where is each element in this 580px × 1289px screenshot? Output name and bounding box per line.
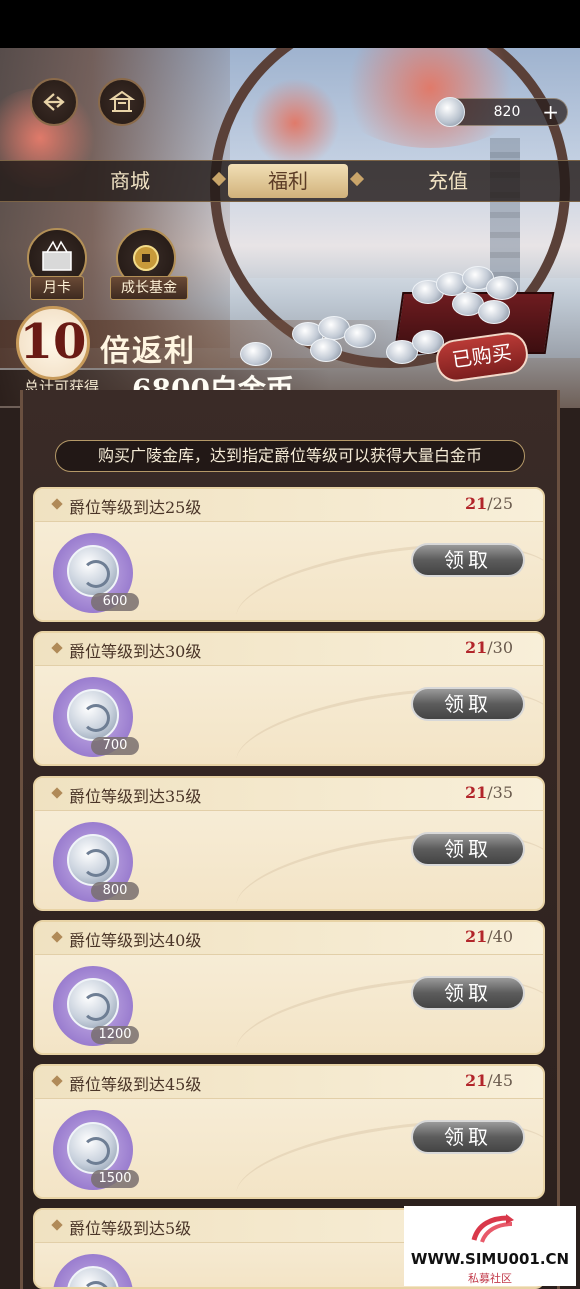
platinum-coin-icon [67, 1266, 119, 1287]
level-progress: 21/30 [465, 638, 513, 657]
level-progress: 21/40 [465, 927, 513, 946]
reward-card: 爵位等级到达30级 21/30 700 领取 [33, 631, 545, 766]
card-title: 爵位等级到达25级 [69, 498, 202, 517]
pavilion-button[interactable] [98, 78, 146, 126]
reward-quantity: 700 [91, 737, 139, 755]
card-header: 爵位等级到达25级 21/25 [35, 489, 543, 522]
currency-amount: 820 [493, 104, 521, 120]
watermark-logo-icon [471, 1214, 514, 1243]
multiplier-badge: 10 [16, 306, 90, 380]
progress-current: 21 [464, 494, 488, 513]
reward-card: 爵位等级到达25级 21/25 600 领取 [33, 487, 545, 622]
reward-card: 爵位等级到达35级 21/35 800 领取 [33, 776, 545, 911]
progress-target: /40 [487, 927, 513, 946]
platinum-coin-icon [67, 1122, 119, 1174]
progress-target: /30 [487, 638, 513, 657]
card-header: 爵位等级到达45级 21/45 [35, 1066, 543, 1099]
reward-card: 爵位等级到达40级 21/40 1200 领取 [33, 920, 545, 1055]
progress-target: /35 [487, 783, 513, 802]
tab-welfare[interactable]: 福利 [228, 164, 348, 198]
claim-button[interactable]: 领取 [411, 832, 525, 866]
platinum-coin-icon [67, 689, 119, 741]
diamond-icon [51, 1219, 63, 1231]
reward-quantity: 1200 [91, 1026, 139, 1044]
platinum-coin-icon [435, 97, 465, 127]
currency-display: 820 + [435, 97, 568, 127]
progress-target: /25 [487, 494, 513, 513]
status-bar [0, 0, 580, 48]
card-header: 爵位等级到达30级 21/30 [35, 633, 543, 666]
month-card-label: 月卡 [30, 276, 84, 300]
diamond-icon [51, 1075, 63, 1087]
card-title: 爵位等级到达40级 [69, 931, 202, 950]
card-header: 爵位等级到达40级 21/40 [35, 922, 543, 955]
diamond-icon [51, 642, 63, 654]
watermark-url: WWW.SIMU001.CN [410, 1250, 570, 1268]
reward-item[interactable]: 1200 [53, 966, 139, 1046]
tab-recharge[interactable]: 充值 [378, 161, 518, 201]
reward-item[interactable] [53, 1254, 133, 1287]
reward-quantity: 800 [91, 882, 139, 900]
info-banner: 购买广陵金库，达到指定爵位等级可以获得大量白金币 [55, 440, 525, 472]
progress-current: 21 [464, 927, 488, 946]
diamond-icon [51, 787, 63, 799]
reward-item[interactable]: 700 [53, 677, 139, 757]
diamond-icon [51, 931, 63, 943]
blossom-decoration [250, 78, 340, 168]
platinum-coin-icon [67, 834, 119, 886]
platinum-coin-icon [67, 545, 119, 597]
card-title: 爵位等级到达30级 [69, 642, 202, 661]
claim-button[interactable]: 领取 [411, 1120, 525, 1154]
reward-item[interactable]: 600 [53, 533, 139, 613]
card-title: 爵位等级到达35级 [69, 787, 202, 806]
card-title: 爵位等级到达45级 [69, 1075, 202, 1094]
claim-button[interactable]: 领取 [411, 976, 525, 1010]
level-progress: 21/45 [465, 1071, 513, 1090]
reward-item[interactable]: 800 [53, 822, 139, 902]
pavilion-icon [109, 90, 135, 112]
growth-fund-label: 成长基金 [110, 276, 188, 300]
progress-current: 21 [464, 1071, 488, 1090]
reward-quantity: 1500 [91, 1170, 139, 1188]
claim-button[interactable]: 领取 [411, 687, 525, 721]
tab-shop[interactable]: 商城 [60, 161, 200, 201]
watermark: WWW.SIMU001.CN 私募社区 [404, 1206, 576, 1286]
level-progress: 21/25 [465, 494, 513, 513]
back-arrow-icon [43, 93, 65, 111]
tab-bar: 商城 福利 充值 [0, 160, 580, 202]
watermark-text: 私募社区 [468, 1272, 512, 1285]
platinum-coin-icon [67, 978, 119, 1030]
diamond-icon [51, 498, 63, 510]
claim-button[interactable]: 领取 [411, 543, 525, 577]
progress-current: 21 [464, 638, 488, 657]
back-button[interactable] [30, 78, 78, 126]
reward-quantity: 600 [91, 593, 139, 611]
promo-title: 倍返利 [100, 334, 196, 369]
progress-current: 21 [464, 783, 488, 802]
progress-target: /45 [487, 1071, 513, 1090]
card-title: 爵位等级到达5级 [69, 1219, 192, 1238]
add-currency-button[interactable]: + [542, 100, 559, 124]
reward-item[interactable]: 1500 [53, 1110, 139, 1190]
level-progress: 21/35 [465, 783, 513, 802]
card-header: 爵位等级到达35级 21/35 [35, 778, 543, 811]
reward-card: 爵位等级到达45级 21/45 1500 领取 [33, 1064, 545, 1199]
